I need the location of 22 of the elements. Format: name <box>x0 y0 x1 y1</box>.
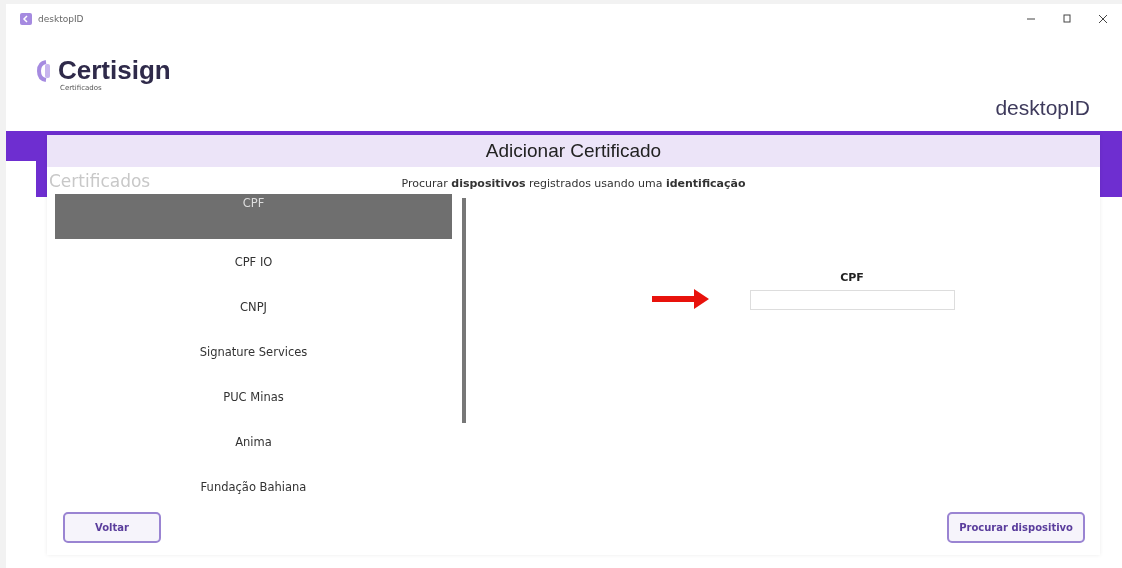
id-type-item[interactable]: Signature Services <box>55 329 452 374</box>
id-type-item[interactable]: Anima <box>55 419 452 464</box>
id-type-item[interactable]: CNPJ <box>55 284 452 329</box>
window-title: desktopID <box>38 14 84 24</box>
app-icon <box>20 13 32 25</box>
field-label: CPF <box>840 271 864 284</box>
brand-name: Certisign <box>58 56 171 84</box>
dialog-title: Adicionar Certificado <box>485 140 662 162</box>
search-device-button[interactable]: Procurar dispositivo <box>947 512 1085 543</box>
arrow-icon <box>651 288 710 310</box>
id-type-item[interactable]: PUC Minas <box>55 374 452 419</box>
product-name: desktopID <box>995 96 1090 120</box>
scrollbar[interactable] <box>462 198 466 423</box>
back-button[interactable]: Voltar <box>63 512 161 543</box>
id-type-item[interactable]: Fundação Bahiana <box>55 464 452 509</box>
id-type-item[interactable]: CPF <box>55 194 452 239</box>
id-type-item[interactable]: CPF IO <box>55 239 452 284</box>
cpf-input-field[interactable] <box>749 290 955 310</box>
restore-icon[interactable] <box>1062 14 1072 24</box>
dialog-subtitle: Procurar dispositivos registrados usando uma identificação <box>401 176 746 192</box>
logo-icon <box>36 60 52 82</box>
close-icon[interactable] <box>1098 14 1108 24</box>
